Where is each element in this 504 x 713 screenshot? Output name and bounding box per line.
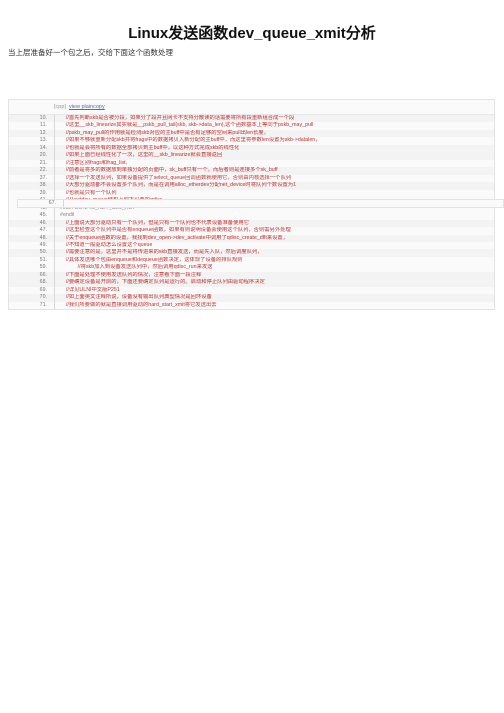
code-comment: //上面说大部分驱动只有一个队列，但是只有一个队列也不代表设备准备使用它 <box>60 219 249 226</box>
code-comment: //如上面英文注释所说，设备没有输出队列典型情况是回环设备 <box>60 294 212 301</box>
code-line: 68. //要确定设备是开启的，下面还要确定队列是运行的。启动和停止队列由驱动程… <box>9 279 494 287</box>
code-comment: //首先判断skb是否被分段，如果分了段并且网卡不支持分散读的话需要将所有段重新… <box>60 115 295 121</box>
code-line: 12. //pskb_may_pull的作用就是检测skb对应的主buff中是否… <box>9 129 494 138</box>
code-comment: //具体发送哪个包由enqueue和dequeue函数决定，这体现了设备的排队规… <box>60 256 243 263</box>
code-comment: //关于enqueue函数的设置，我找到dev_open->dev_activa… <box>60 234 289 241</box>
line-number: 71. <box>9 301 55 310</box>
code-comment: //下面是处理不使用发送队列的情况，注意看下面一段注释 <box>60 271 202 278</box>
code-comment: //如果不够就重新分配skb并将frags中的数据拷贝入新分配的主buff中，而… <box>60 137 321 144</box>
line-number: 46. <box>9 219 55 228</box>
code-line: 69. //详见ULNI中文版P251 <box>9 286 494 295</box>
code-comment: //我们所要做的就是直接调用驱动的hard_start_xmit将它发送出去 <box>60 301 217 308</box>
line-number: 20. <box>9 152 55 160</box>
code-comment: //pskb_may_pull的作用就是检测skb对应的主buff中是否有足够的… <box>60 129 269 136</box>
code-comment: //选择一个发送队列，如果设备提供了select_queue回调函数就使用它，否… <box>60 174 292 181</box>
code-comment: //这里__skb_linearize其实就是__pskb_pull_tail(… <box>60 122 314 129</box>
code-comment: //如果上面已经线性化了一次，这里的__skb_linearize就会直接返回 <box>60 152 223 159</box>
article-title: Linux发送函数dev_queue_xmit分析 <box>128 25 376 42</box>
code-language-label: [cpp] <box>54 104 66 110</box>
code-line: 48. //关于enqueue函数的设置，我找到dev_open->dev_ac… <box>9 234 494 242</box>
code-lines: 01.int dev_queue_xmit(struct sk_buff *sk… <box>9 115 504 310</box>
line-number: 66. <box>9 271 55 280</box>
code-toolbar: [cpp] view plaincopy <box>9 100 494 115</box>
code-line: 13. //如果不够就重新分配skb并将frags中的数据拷贝入新分配的主buf… <box>9 137 494 145</box>
line-number: 38. <box>9 182 55 190</box>
code-line: 51. //具体发送哪个包由enqueue和dequeue函数决定，这体现了设备… <box>9 256 494 265</box>
line-number: 21. <box>9 159 55 168</box>
code-comment: //大部分驱动都不会设置多个队列，而是在调用alloc_etherdev分配ne… <box>60 182 297 189</box>
code-line: 21. //注意区别frags和frag_list, <box>9 159 494 168</box>
code-comment: //要确定设备是开启的，下面还要确定队列是运行的。启动和停止队列由驱动程序决定 <box>60 279 265 286</box>
code-line: 70. //如上面英文注释所说，设备没有输出队列典型情况是回环设备 <box>9 294 494 302</box>
line-number: 59. <box>9 264 55 272</box>
line-number: 49. <box>9 241 55 250</box>
code-comment: //这里检查这个队列中是否有enqueue函数，如果有则说明设备会使用这个队列，… <box>60 227 291 234</box>
code-line: 39. //也就是只有一个队列 <box>9 189 494 198</box>
code-line: 11. //这里__skb_linearize其实就是__pskb_pull_t… <box>9 122 494 130</box>
line-number: 70. <box>9 294 55 302</box>
code-line: 46. //上面说大部分驱动只有一个队列，但是只有一个队列也不代表设备准备使用它 <box>9 219 494 228</box>
line-number: 50. <box>9 249 55 257</box>
code-comment: //也就是只有一个队列 <box>60 189 117 196</box>
code-line: 10. //首先判断skb是否被分段，如果分了段并且网卡不支持分散读的话需要将所… <box>9 115 494 123</box>
article-page: Linux发送函数dev_queue_xmit分析 当上层准备好一个包之后，交给… <box>0 0 504 713</box>
code-comment: //需要注意的是，这里并不是将传进来的skb直接发送，而是先入队，然后调度队列， <box>60 249 263 256</box>
line-number: 14. <box>9 144 55 153</box>
code-line: 47. //这里检查这个队列中是否有enqueue函数，如果有则说明设备会使用这… <box>9 227 494 235</box>
code-line: 14. //也就是会将所有的数据全部拷贝到主buff中，以这种方式完成skb的线… <box>9 144 494 153</box>
code-comment: //不知道一般驱动怎么设置这个queue <box>60 241 153 248</box>
code-line: 66. //下面是处理不使用发送队列的情况，注意看下面一段注释 <box>9 271 494 280</box>
line-number: 22. <box>9 167 55 175</box>
code-line: 49. //不知道一般驱动怎么设置这个queue <box>9 241 494 250</box>
code-line: 45. #endif <box>9 212 494 220</box>
code-line: 67. <box>17 199 504 209</box>
code-comment: //将skb加入到设备发送队列中，然后调用qdisc_run来发送 <box>60 264 213 271</box>
code-line: 59. //将skb加入到设备发送队列中，然后调用qdisc_run来发送 <box>9 264 494 272</box>
code-line: 20. //如果上面已经线性化了一次，这里的__skb_linearize就会直… <box>9 152 494 160</box>
line-number: 51. <box>9 256 55 265</box>
code-line: 50. //需要注意的是，这里并不是将传进来的skb直接发送，而是先入队，然后调… <box>9 249 494 257</box>
code-line: 37. //选择一个发送队列，如果设备提供了select_queue回调函数就使… <box>9 174 494 183</box>
line-number: 37. <box>9 174 55 183</box>
line-number: 11. <box>9 122 55 130</box>
code-comment: //注意区别frags和frag_list, <box>60 159 128 166</box>
line-number: 13. <box>9 137 55 145</box>
code-block: [cpp]view plaincopy 01.int dev_queue_xmi… <box>8 99 504 311</box>
line-number: 48. <box>9 234 55 242</box>
line-number: 39. <box>9 189 55 198</box>
code-comment: //详见ULNI中文版P251 <box>60 286 120 293</box>
line-number: 10. <box>9 115 55 123</box>
code-comment: //也就是会将所有的数据全部拷贝到主buff中，以这种方式完成skb的线性化 <box>60 144 240 151</box>
intro-paragraph: 当上层准备好一个包之后，交给下面这个函数处理 <box>8 48 173 57</box>
line-number: 69. <box>9 286 55 295</box>
line-number: 67. <box>18 200 64 208</box>
code-line: 22. //前者是将多的数据放到单独分配的页面中，sk_buff只有一个。而后者… <box>9 167 494 175</box>
view-plain-link[interactable]: view plaincopy <box>69 104 105 110</box>
code-comment: //前者是将多的数据放到单独分配的页面中，sk_buff只有一个。而后者则是连接… <box>60 167 278 174</box>
line-number: 47. <box>9 227 55 235</box>
line-number: 12. <box>9 129 55 138</box>
code-text: #endif <box>60 212 75 219</box>
code-line: 71. //我们所要做的就是直接调用驱动的hard_start_xmit将它发送… <box>9 301 494 310</box>
line-number: 68. <box>9 279 55 287</box>
code-line: 38. //大部分驱动都不会设置多个队列，而是在调用alloc_etherdev… <box>9 182 494 190</box>
line-number: 45. <box>9 212 55 220</box>
